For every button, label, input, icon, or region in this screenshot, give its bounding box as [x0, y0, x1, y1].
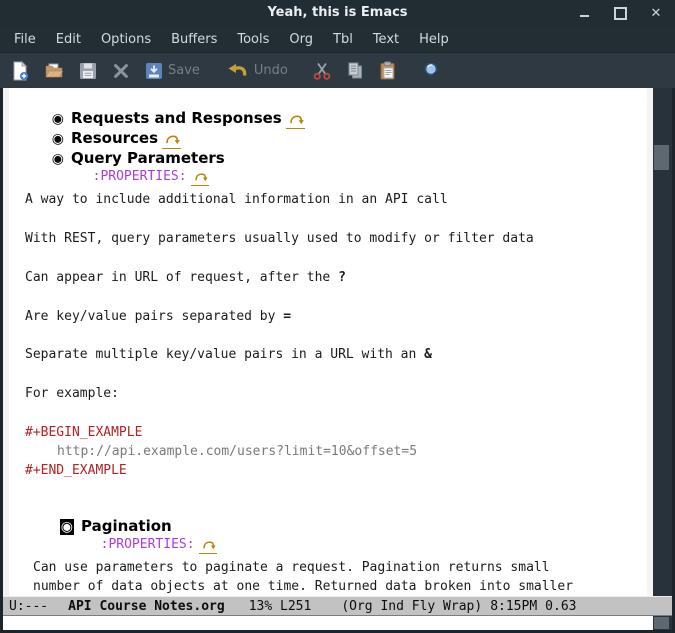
echo-scrollbar-track: [653, 616, 672, 630]
window-title: Yeah, this is Emacs: [0, 5, 675, 20]
modeline-time: 8:15PM: [490, 599, 537, 614]
menu-tbl[interactable]: Tbl: [323, 29, 363, 50]
save-floppy-icon: [78, 61, 98, 81]
save-label: Save: [168, 63, 200, 78]
close-buffer-button[interactable]: [112, 62, 130, 80]
modeline-load: 0.63: [545, 599, 576, 614]
example-url[interactable]: http://api.example.com/users?limit=10&of…: [57, 444, 417, 459]
body-line[interactable]: For example:: [25, 386, 119, 401]
undo-arrow-icon: [226, 61, 250, 81]
minimize-button[interactable]: [575, 4, 593, 22]
body-line[interactable]: Can appear in URL of request, after the …: [25, 270, 346, 285]
maximize-icon: [614, 7, 627, 20]
menu-text[interactable]: Text: [363, 29, 409, 50]
menu-edit[interactable]: Edit: [46, 29, 91, 50]
body-line[interactable]: A way to include additional information …: [25, 192, 448, 207]
toolbar: Save Undo: [0, 52, 675, 88]
close-button[interactable]: ✕: [647, 4, 665, 22]
fold-arrow-icon[interactable]: [191, 169, 209, 186]
new-file-button[interactable]: [10, 61, 30, 81]
cut-button[interactable]: [312, 61, 332, 81]
mode-line: U:--- API Course Notes.org 13% L251 (Org…: [3, 596, 672, 616]
emacs-window: Yeah, this is Emacs ✕ File Edit Options …: [0, 0, 675, 633]
copy-pages-icon: [345, 61, 365, 81]
minimize-icon: [580, 15, 589, 17]
paste-button[interactable]: [378, 61, 398, 81]
close-x-icon: [112, 62, 130, 80]
body-line[interactable]: number of data objects at one time. Retu…: [33, 579, 573, 594]
save-icon: [144, 61, 164, 81]
org-end-example[interactable]: #+END_EXAMPLE: [25, 463, 127, 478]
titlebar: Yeah, this is Emacs ✕: [0, 0, 675, 27]
fold-arrow-icon[interactable]: [286, 109, 305, 129]
modeline-buffer-name[interactable]: API Course Notes.org: [68, 599, 225, 614]
maximize-button[interactable]: [611, 4, 629, 22]
undo-label: Undo: [254, 63, 288, 78]
modeline-position[interactable]: 13% L251: [249, 599, 312, 614]
buffer-window: ◉Requests and Responses ◉Resources ◉Quer…: [3, 88, 672, 630]
search-button[interactable]: [422, 61, 442, 81]
menu-tools[interactable]: Tools: [227, 29, 279, 50]
echo-scrollbar-thumb: [654, 617, 669, 629]
copy-button[interactable]: [345, 61, 365, 81]
cut-scissors-icon: [312, 61, 332, 81]
menu-buffers[interactable]: Buffers: [161, 29, 227, 50]
search-magnifier-icon: [422, 61, 442, 81]
menu-org[interactable]: Org: [279, 29, 323, 50]
menubar: File Edit Options Buffers Tools Org Tbl …: [0, 27, 675, 52]
new-file-icon: [10, 61, 30, 81]
org-buffer-text[interactable]: ◉Requests and Responses ◉Resources ◉Quer…: [9, 88, 647, 596]
menu-options[interactable]: Options: [91, 29, 161, 50]
modeline-coding[interactable]: U:---: [9, 599, 48, 614]
undo-button[interactable]: Undo: [226, 61, 288, 81]
paste-clipboard-icon: [378, 61, 398, 81]
fold-arrow-icon[interactable]: [199, 537, 217, 554]
open-folder-icon: [44, 61, 64, 81]
scrollbar-thumb[interactable]: [654, 145, 669, 170]
save-button[interactable]: Save: [144, 61, 200, 81]
open-file-button[interactable]: [44, 61, 64, 81]
menu-help[interactable]: Help: [409, 29, 459, 50]
org-begin-example[interactable]: #+BEGIN_EXAMPLE: [25, 425, 142, 440]
window-controls: ✕: [575, 4, 665, 22]
menu-file[interactable]: File: [4, 29, 46, 50]
body-line[interactable]: Can use parameters to paginate a request…: [33, 560, 550, 575]
scrollbar-track[interactable]: [653, 88, 672, 596]
echo-area[interactable]: [3, 616, 653, 630]
modeline-modes[interactable]: (Org Ind Fly Wrap): [341, 599, 482, 614]
body-line[interactable]: Separate multiple key/value pairs in a U…: [25, 347, 432, 362]
body-line[interactable]: Are key/value pairs separated by =: [25, 309, 291, 324]
body-line[interactable]: With REST, query parameters usually used…: [25, 231, 534, 246]
save-file-button[interactable]: [78, 61, 98, 81]
